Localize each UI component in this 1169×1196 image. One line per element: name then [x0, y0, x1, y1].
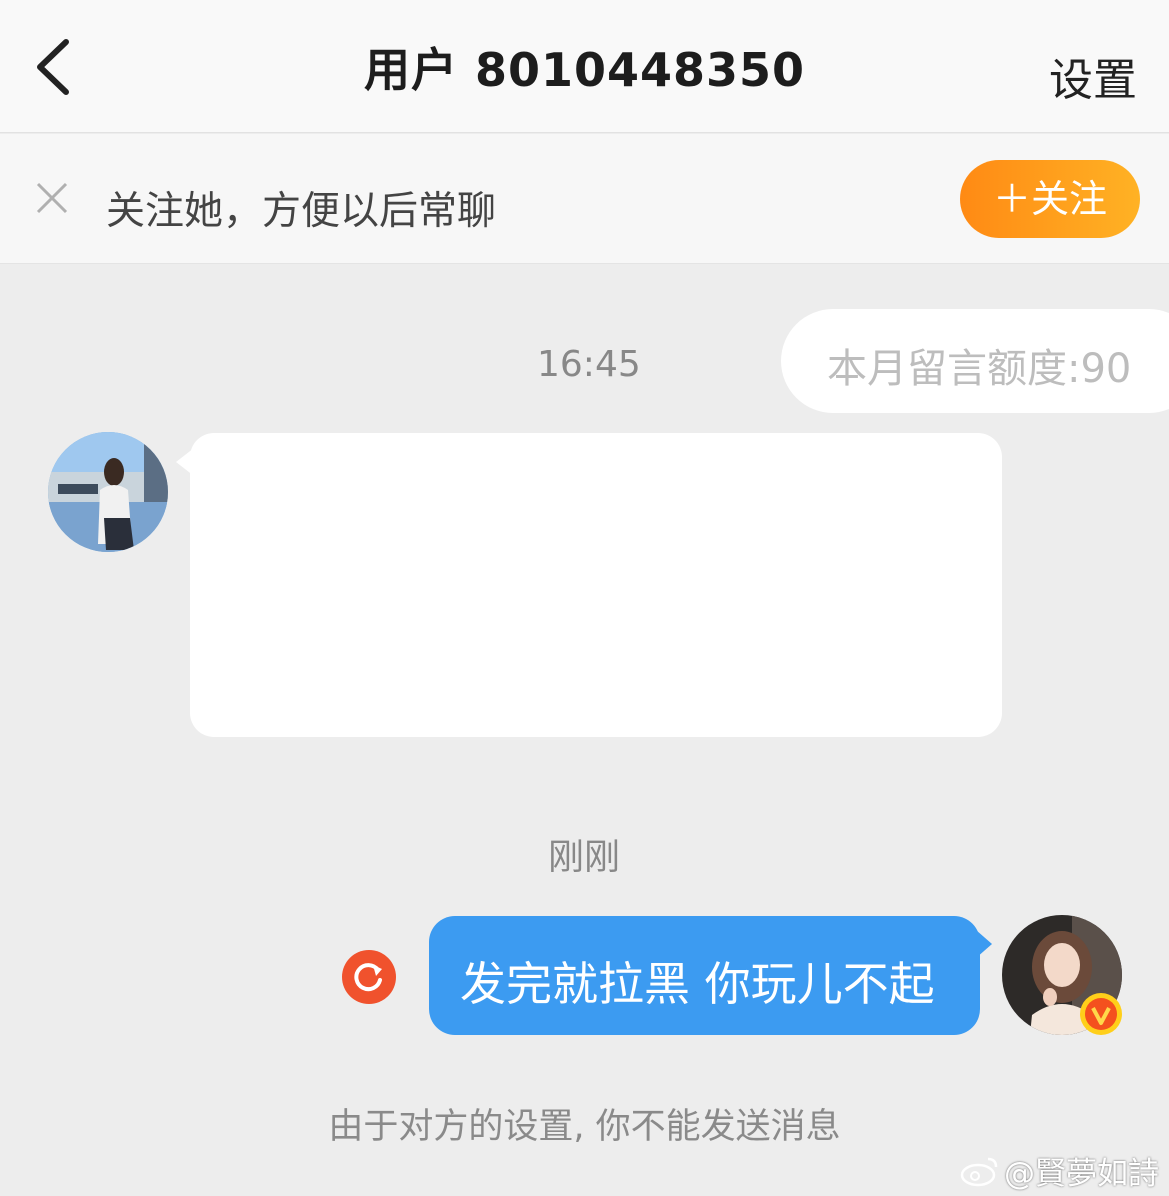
page-title: 用户 8010448350 — [363, 43, 806, 97]
verified-badge-icon — [1080, 993, 1122, 1035]
timestamp: 刚刚 — [548, 837, 621, 878]
close-icon[interactable] — [34, 180, 70, 216]
watermark-text: @賢夢如詩 — [1004, 1156, 1159, 1192]
retry-icon[interactable] — [342, 950, 396, 1004]
quota-text: 本月留言额度:90 — [827, 346, 1132, 392]
weibo-icon — [960, 1157, 998, 1186]
follow-button[interactable]: ＋关注 — [960, 160, 1140, 238]
contact-avatar[interactable] — [48, 432, 168, 552]
follow-prompt: 关注她，方便以后常聊 — [106, 189, 497, 234]
settings-button[interactable]: 设置 — [1049, 44, 1137, 108]
block-notice: 由于对方的设置, 你不能发送消息 — [328, 1107, 841, 1147]
watermark: @賢夢如詩 — [960, 1148, 1159, 1193]
incoming-message-bubble[interactable] — [190, 433, 1002, 737]
bubble-tail — [976, 930, 992, 958]
outgoing-message-text: 发完就拉黑 你玩儿不起 — [460, 957, 935, 1011]
timestamp: 16:45 — [537, 344, 641, 385]
